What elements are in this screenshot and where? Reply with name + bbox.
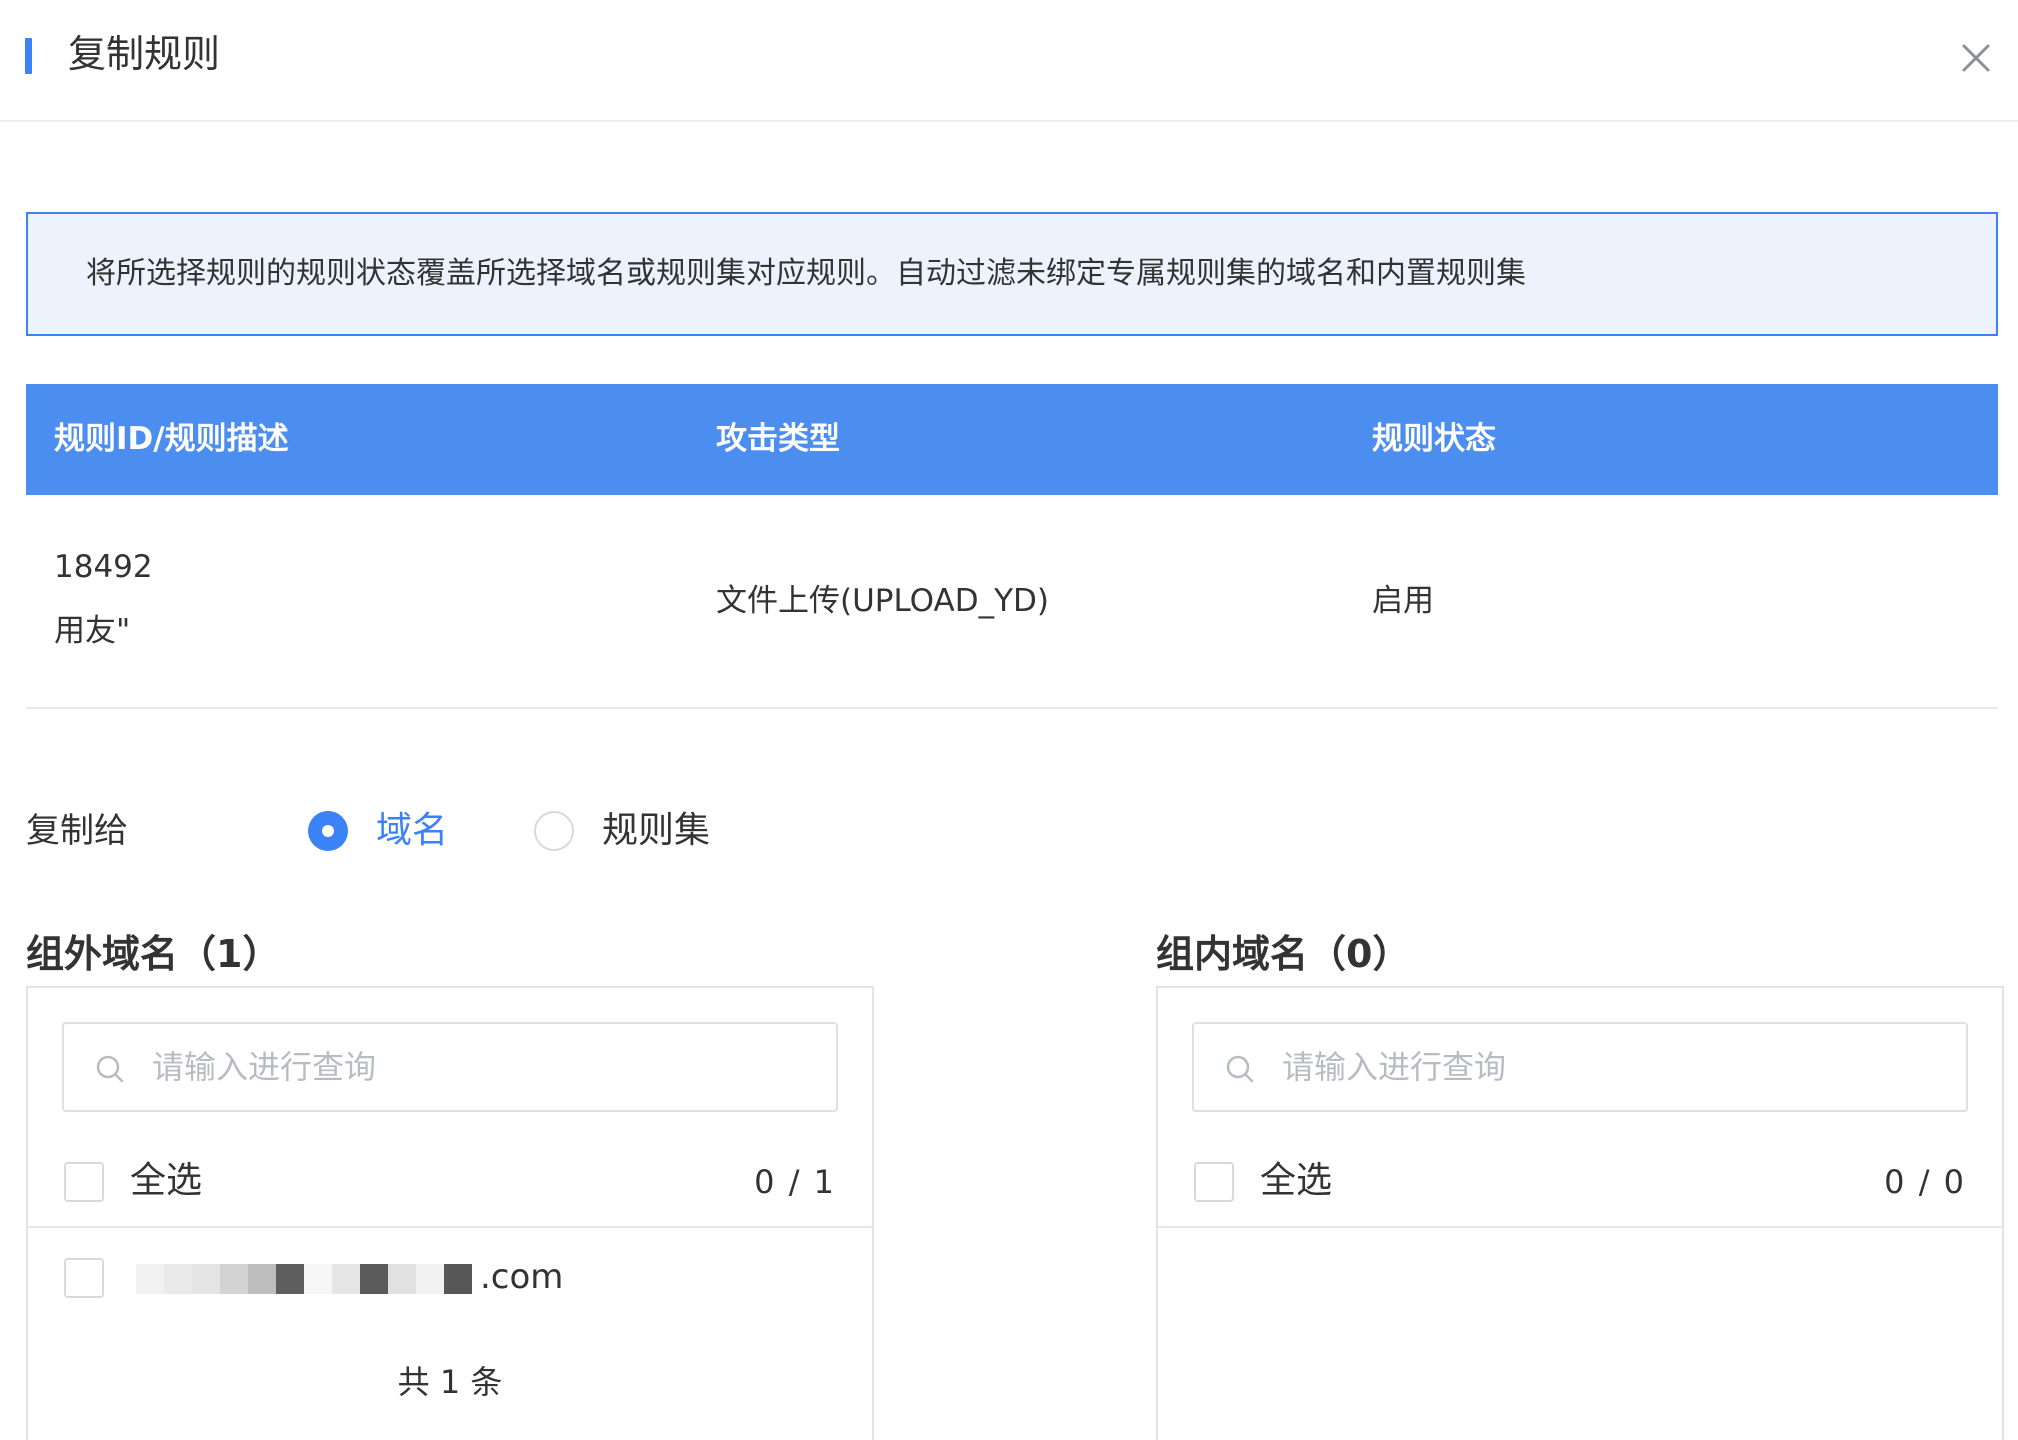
left-select-all-checkbox[interactable] [64,1162,104,1202]
left-panel-title: 组外域名（1） [26,932,281,976]
right-select-all-label: 全选 [1260,1160,1333,1201]
table-header: 规则ID/规则描述 攻击类型 规则状态 [26,384,1998,495]
dialog-title: 复制规则 [68,32,221,76]
left-select-all-label: 全选 [130,1160,203,1201]
close-icon [1962,44,1990,72]
title-accent-bar [25,38,32,74]
rule-table: 规则ID/规则描述 攻击类型 规则状态 18492 用友" 文件上传(UPLOA… [26,384,1998,709]
right-panel-title: 组内域名（0） [1156,932,1411,976]
search-icon [1226,1055,1254,1083]
list-item-checkbox[interactable] [64,1258,104,1298]
left-count: 0 / 1 [754,1163,836,1201]
table-row: 18492 用友" 文件上传(UPLOAD_YD) 启用 [26,495,1998,709]
search-icon [96,1055,124,1083]
left-transfer-panel: 全选 0 / 1 .com 共 1 条 [26,986,874,1440]
right-search-input[interactable] [1280,1024,1950,1110]
dialog-header: 复制规则 [0,0,2018,122]
domain-suffix: .com [480,1257,564,1297]
attack-type: 文件上传(UPLOAD_YD) [716,583,1049,619]
right-select-all-checkbox[interactable] [1194,1162,1234,1202]
radio-domain-label: 域名 [376,810,449,851]
column-header-attack-type: 攻击类型 [716,421,840,457]
right-transfer-panel: 全选 0 / 0 [1156,986,2004,1440]
notice-text: 将所选择规则的规则状态覆盖所选择域名或规则集对应规则。自动过滤未绑定专属规则集的… [86,256,1526,291]
radio-checked-icon [308,811,348,851]
radio-ruleset-label: 规则集 [602,810,711,851]
radio-ruleset[interactable]: 规则集 [534,808,710,854]
info-notice: 将所选择规则的规则状态覆盖所选择域名或规则集对应规则。自动过滤未绑定专属规则集的… [26,212,1998,336]
radio-domain[interactable]: 域名 [308,808,448,854]
copy-to-label: 复制给 [26,811,128,851]
column-header-rule-id: 规则ID/规则描述 [54,421,289,457]
close-button[interactable] [1956,38,1996,78]
left-total-count: 共 1 条 [397,1363,503,1401]
right-select-all-row: 全选 0 / 0 [1158,1140,2002,1228]
rule-id: 18492 [54,549,153,585]
column-header-status: 规则状态 [1372,421,1496,457]
radio-unchecked-icon [534,811,574,851]
rule-status: 启用 [1372,583,1434,619]
masked-domain-name [136,1264,472,1294]
left-search-input[interactable] [150,1024,820,1110]
list-item[interactable]: .com [28,1228,872,1328]
left-search-box[interactable] [62,1022,838,1112]
left-select-all-row: 全选 0 / 1 [28,1140,872,1228]
rule-description: 用友" [54,613,131,649]
right-count: 0 / 0 [1884,1163,1966,1201]
right-search-box[interactable] [1192,1022,1968,1112]
